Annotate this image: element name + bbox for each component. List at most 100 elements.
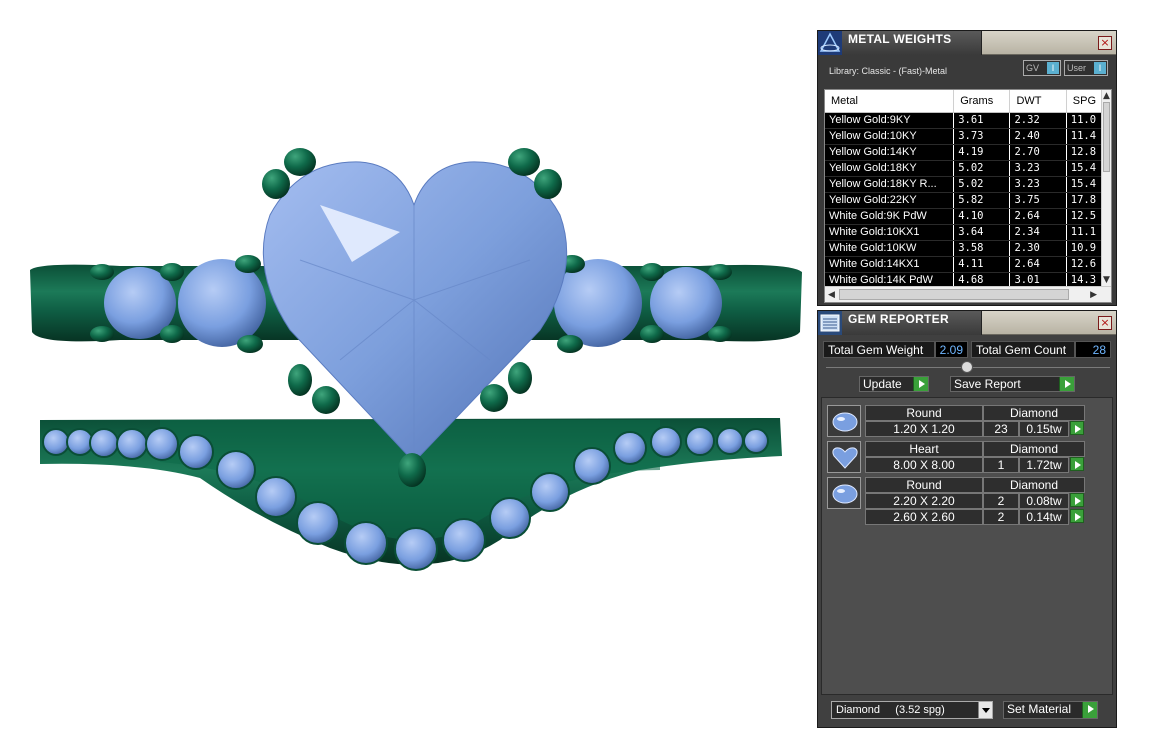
table-row[interactable]: Yellow Gold:18KY R... 5.02 3.23 15.4: [825, 176, 1104, 193]
column-header-dwt[interactable]: DWT: [1009, 90, 1067, 113]
collapse-toggle-icon[interactable]: [961, 361, 973, 373]
gem-reporter-icon: [818, 311, 842, 335]
spg-cell: 12.5: [1066, 208, 1104, 225]
gv-toggle[interactable]: GV I: [1023, 60, 1061, 76]
spg-cell: 17.8: [1066, 192, 1104, 209]
metal-name-cell: Yellow Gold:18KY: [825, 160, 955, 177]
table-row[interactable]: White Gold:10KW 3.58 2.30 10.9: [825, 240, 1104, 257]
grams-cell: 5.82: [953, 192, 1011, 209]
save-report-button[interactable]: Save Report: [950, 376, 1075, 392]
gem-count-cell: 2: [983, 493, 1019, 509]
save-report-label: Save Report: [954, 377, 1021, 391]
update-label: Update: [863, 377, 902, 391]
metal-weights-titlebar[interactable]: METAL WEIGHTS ×: [818, 31, 1116, 55]
table-row[interactable]: White Gold:14KX1 4.11 2.64 12.6: [825, 256, 1104, 273]
metal-name-cell: Yellow Gold:10KY: [825, 128, 955, 145]
metal-table: Metal Grams DWT SPG Yellow Gold:9KY 3.61 2…: [825, 90, 1104, 289]
gem-count-cell: 23: [983, 421, 1019, 437]
gem-weight-cell: 0.14tw: [1019, 509, 1069, 525]
dwt-cell: 2.40: [1009, 128, 1067, 145]
column-header-spg[interactable]: SPG: [1066, 90, 1104, 113]
chevron-down-icon[interactable]: [978, 702, 992, 718]
user-toggle[interactable]: User I: [1064, 60, 1108, 76]
spg-cell: 10.9: [1066, 240, 1104, 257]
scroll-right-icon[interactable]: ▶: [1090, 290, 1097, 300]
set-material-go-icon: [1082, 702, 1097, 718]
gem-thumbnail-icon[interactable]: [827, 441, 861, 473]
spg-cell: 11.4: [1066, 128, 1104, 145]
metal-weights-close-button[interactable]: ×: [1098, 36, 1112, 50]
gem-count-cell: 1: [983, 457, 1019, 473]
gem-weight-cell: 1.72tw: [1019, 457, 1069, 473]
vertical-scroll-thumb[interactable]: [1103, 102, 1110, 172]
dwt-cell: 3.75: [1009, 192, 1067, 209]
set-material-label: Set Material: [1007, 702, 1072, 716]
column-header-metal[interactable]: Metal: [825, 90, 955, 113]
gem-size-cell: 1.20 X 1.20: [865, 421, 983, 437]
gem-shape-cell: Heart: [865, 441, 983, 457]
library-label: Library: Classic - (Fast)-Metal: [829, 66, 948, 76]
metal-table-container[interactable]: Metal Grams DWT SPG Yellow Gold:9KY 3.61 2…: [824, 89, 1112, 303]
dwt-cell: 2.30: [1009, 240, 1067, 257]
total-gem-weight-value: 2.09: [935, 341, 968, 358]
spg-cell: 12.8: [1066, 144, 1104, 161]
dwt-cell: 2.34: [1009, 224, 1067, 241]
grams-cell: 3.61: [953, 112, 1011, 129]
dwt-cell: 2.70: [1009, 144, 1067, 161]
gem-reporter-close-button[interactable]: ×: [1098, 316, 1112, 330]
grams-cell: 4.10: [953, 208, 1011, 225]
gem-size-cell: 2.20 X 2.20: [865, 493, 983, 509]
table-row[interactable]: Yellow Gold:10KY 3.73 2.40 11.4: [825, 128, 1104, 145]
table-row[interactable]: Yellow Gold:22KY 5.82 3.75 17.8: [825, 192, 1104, 209]
user-indicator: I: [1094, 62, 1106, 74]
3d-viewport[interactable]: [0, 0, 815, 729]
gem-shape-cell: Round: [865, 477, 983, 493]
gem-material-cell: Diamond: [983, 441, 1085, 457]
scroll-up-icon[interactable]: ▲: [1103, 91, 1110, 101]
gem-select-go-button[interactable]: [1070, 457, 1084, 471]
table-row[interactable]: Yellow Gold:14KY 4.19 2.70 12.8: [825, 144, 1104, 161]
material-select[interactable]: Diamond (3.52 spg): [831, 701, 993, 719]
metal-weights-panel: METAL WEIGHTS × Library: Classic - (Fast…: [817, 30, 1117, 306]
gem-thumbnail-icon[interactable]: [827, 405, 861, 437]
gem-select-go-button[interactable]: [1070, 493, 1084, 507]
ring-render: [30, 148, 802, 571]
spg-cell: 11.0: [1066, 112, 1104, 129]
table-row[interactable]: Yellow Gold:18KY 5.02 3.23 15.4: [825, 160, 1104, 177]
grams-cell: 5.02: [953, 160, 1011, 177]
gem-thumbnail-icon[interactable]: [827, 477, 861, 509]
user-label: User: [1067, 63, 1087, 73]
gem-reporter-titlebar[interactable]: GEM REPORTER ×: [818, 311, 1116, 335]
material-select-value: Diamond (3.52 spg): [836, 704, 945, 716]
horizontal-scroll-thumb[interactable]: [839, 289, 1069, 300]
metal-name-cell: Yellow Gold:18KY R...: [825, 176, 955, 193]
column-header-grams[interactable]: Grams: [953, 90, 1011, 113]
gem-size-cell: 2.60 X 2.60: [865, 509, 983, 525]
table-row[interactable]: Yellow Gold:9KY 3.61 2.32 11.0: [825, 112, 1104, 129]
update-go-icon: [913, 377, 928, 391]
metal-table-horizontal-scrollbar[interactable]: ◀ ▶: [825, 286, 1111, 302]
set-material-button[interactable]: Set Material: [1003, 701, 1098, 719]
grams-cell: 3.58: [953, 240, 1011, 257]
grams-cell: 3.73: [953, 128, 1011, 145]
spg-cell: 15.4: [1066, 176, 1104, 193]
metal-table-vertical-scrollbar[interactable]: ▲ ▼: [1101, 90, 1111, 286]
scroll-left-icon[interactable]: ◀: [828, 290, 835, 300]
table-row[interactable]: White Gold:9K PdW 4.10 2.64 12.5: [825, 208, 1104, 225]
gem-material-cell: Diamond: [983, 477, 1085, 493]
update-button[interactable]: Update: [859, 376, 929, 392]
scroll-down-icon[interactable]: ▼: [1103, 275, 1110, 285]
gem-reporter-title: GEM REPORTER: [848, 312, 949, 326]
gem-select-go-button[interactable]: [1070, 509, 1084, 523]
gem-size-cell: 8.00 X 8.00: [865, 457, 983, 473]
dwt-cell: 2.64: [1009, 208, 1067, 225]
gem-count-cell: 2: [983, 509, 1019, 525]
table-row[interactable]: White Gold:10KX1 3.64 2.34 11.1: [825, 224, 1104, 241]
grams-cell: 4.19: [953, 144, 1011, 161]
gem-select-go-button[interactable]: [1070, 421, 1084, 435]
spg-cell: 12.6: [1066, 256, 1104, 273]
metal-weights-title: METAL WEIGHTS: [848, 32, 952, 46]
metal-name-cell: Yellow Gold:9KY: [825, 112, 955, 129]
total-gem-count-label: Total Gem Count: [971, 341, 1075, 358]
dwt-cell: 3.23: [1009, 176, 1067, 193]
